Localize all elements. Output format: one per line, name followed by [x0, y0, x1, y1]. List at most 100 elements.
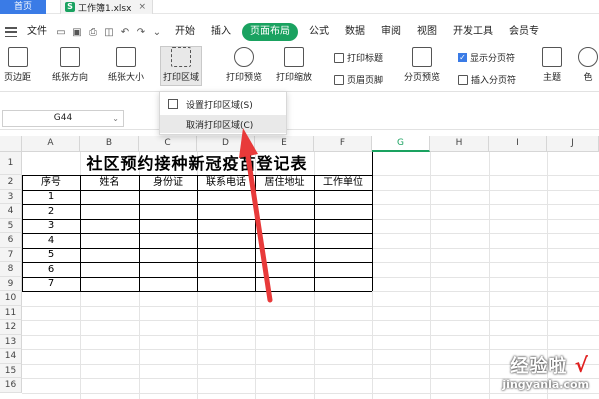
column-header-b[interactable]: B [80, 136, 139, 152]
orientation-button[interactable]: 纸张方向 [52, 47, 88, 83]
column-header-a[interactable]: A [22, 136, 80, 152]
row-header-5[interactable]: 5 [0, 218, 22, 233]
column-header-d[interactable]: D [197, 136, 255, 152]
margins-icon [7, 47, 28, 67]
theme-button[interactable]: 主题 [542, 47, 562, 83]
column-header-i[interactable]: I [489, 136, 547, 152]
name-box[interactable]: G44 ⌄ [2, 110, 124, 127]
chevron-down-icon[interactable]: ⌄ [112, 111, 119, 126]
undo-icon[interactable]: ↶ [118, 25, 132, 39]
title-bar: 首页 S 工作簿1.xlsx × [0, 0, 599, 14]
theme-label: 主题 [542, 73, 561, 83]
save-icon[interactable]: ▣ [70, 25, 84, 39]
row-header-15[interactable]: 15 [0, 363, 22, 378]
checkbox-checked-icon: ✓ [458, 53, 467, 62]
row-header-10[interactable]: 10 [0, 291, 22, 306]
print-area-button[interactable]: 打印区域 [160, 46, 203, 86]
checkmark-icon: √ [574, 353, 589, 377]
header-footer-button[interactable]: 页眉页脚 [334, 73, 383, 86]
row-header-13[interactable]: 13 [0, 334, 22, 349]
header-serial[interactable]: 序号 [22, 176, 80, 190]
paper-size-button[interactable]: 纸张大小 [108, 47, 144, 83]
header-phone[interactable]: 联系电话 [197, 176, 255, 190]
open-folder-icon[interactable]: ▭ [54, 25, 68, 39]
print-scale-button[interactable]: 打印缩放 [276, 47, 312, 83]
row-header-16[interactable]: 16 [0, 378, 22, 393]
row-header-7[interactable]: 7 [0, 247, 22, 262]
print-preview-icon[interactable]: ◫ [102, 25, 116, 39]
insert-page-break-label: 插入分页符 [471, 76, 517, 86]
header-employer[interactable]: 工作单位 [314, 176, 372, 190]
tab-member[interactable]: 会员专 [504, 23, 544, 41]
print-titles-label: 打印标题 [347, 54, 384, 64]
spreadsheet-icon: S [65, 2, 75, 12]
serial-cell[interactable]: 2 [22, 205, 80, 219]
column-header-e[interactable]: E [255, 136, 314, 152]
serial-cell[interactable]: 7 [22, 277, 80, 291]
colors-button[interactable]: 色 [578, 47, 598, 83]
row-header-1[interactable]: 1 [0, 152, 22, 175]
home-tab[interactable]: 首页 [0, 0, 46, 14]
file-menu[interactable]: 文件 [22, 23, 52, 41]
row-header-3[interactable]: 3 [0, 189, 22, 204]
tab-home[interactable]: 开始 [170, 23, 200, 41]
print-titles-icon [334, 52, 344, 63]
watermark-text: 经验啦 [510, 356, 568, 377]
document-tab[interactable]: S 工作簿1.xlsx × [60, 0, 153, 14]
serial-cell[interactable]: 3 [22, 219, 80, 233]
row-header-4[interactable]: 4 [0, 204, 22, 219]
menu-icon[interactable] [5, 27, 17, 37]
chevron-down-icon[interactable]: ⌄ [150, 25, 164, 39]
row-header-2[interactable]: 2 [0, 175, 22, 190]
tab-review[interactable]: 审阅 [376, 23, 406, 41]
orientation-label: 纸张方向 [52, 73, 89, 83]
gridline [22, 305, 599, 307]
name-box-value: G44 [53, 113, 73, 123]
cancel-print-area-item[interactable]: 取消打印区域(C) [160, 115, 286, 133]
insert-page-break-button[interactable]: 插入分页符 [458, 73, 516, 86]
row-header-12[interactable]: 12 [0, 320, 22, 335]
row-header-14[interactable]: 14 [0, 349, 22, 364]
set-print-area-item[interactable]: 设置打印区域(S) [160, 95, 286, 113]
select-all-corner[interactable] [0, 136, 22, 152]
gridline [22, 392, 599, 394]
close-tab-icon[interactable]: × [138, 2, 146, 12]
print-titles-button[interactable]: 打印标题 [334, 51, 383, 64]
row-header-6[interactable]: 6 [0, 233, 22, 248]
row-header-9[interactable]: 9 [0, 276, 22, 291]
serial-cell[interactable]: 6 [22, 263, 80, 277]
row-header-11[interactable]: 11 [0, 305, 22, 320]
column-header-h[interactable]: H [430, 136, 489, 152]
show-page-break-checkbox[interactable]: ✓ 显示分页符 [458, 51, 515, 64]
column-header-g[interactable]: G [372, 136, 430, 152]
print-icon[interactable]: ⎙ [86, 25, 100, 39]
column-header-j[interactable]: J [547, 136, 599, 152]
serial-cell[interactable]: 4 [22, 234, 80, 248]
header-name[interactable]: 姓名 [80, 176, 139, 190]
column-header-c[interactable]: C [139, 136, 197, 152]
document-name: 工作簿1.xlsx [78, 3, 132, 14]
header-address[interactable]: 居住地址 [255, 176, 314, 190]
colors-label: 色 [583, 73, 593, 83]
header-id-card[interactable]: 身份证 [139, 176, 197, 190]
formula-bar: G44 ⌄ [0, 108, 599, 130]
serial-cell[interactable]: 1 [22, 190, 80, 204]
print-preview-button[interactable]: 打印预览 [226, 47, 262, 83]
page-break-preview-button[interactable]: 分页预览 [404, 47, 440, 83]
row-header-8[interactable]: 8 [0, 262, 22, 277]
tab-view[interactable]: 视图 [412, 23, 442, 41]
paper-size-label: 纸张大小 [108, 73, 145, 83]
tab-developer[interactable]: 开发工具 [448, 23, 498, 41]
tab-data[interactable]: 数据 [340, 23, 370, 41]
show-page-break-label: 显示分页符 [470, 54, 516, 64]
redo-icon[interactable]: ↷ [134, 25, 148, 39]
column-header-f[interactable]: F [314, 136, 372, 152]
gridline [22, 349, 599, 350]
margins-button[interactable]: 页边距 [4, 47, 31, 83]
cancel-print-area-label: 取消打印区域(C) [186, 120, 254, 131]
serial-cell[interactable]: 5 [22, 248, 80, 262]
magnifier-icon [234, 47, 254, 67]
tab-page-layout[interactable]: 页面布局 [242, 23, 298, 41]
tab-formulas[interactable]: 公式 [304, 23, 334, 41]
tab-insert[interactable]: 插入 [206, 23, 236, 41]
